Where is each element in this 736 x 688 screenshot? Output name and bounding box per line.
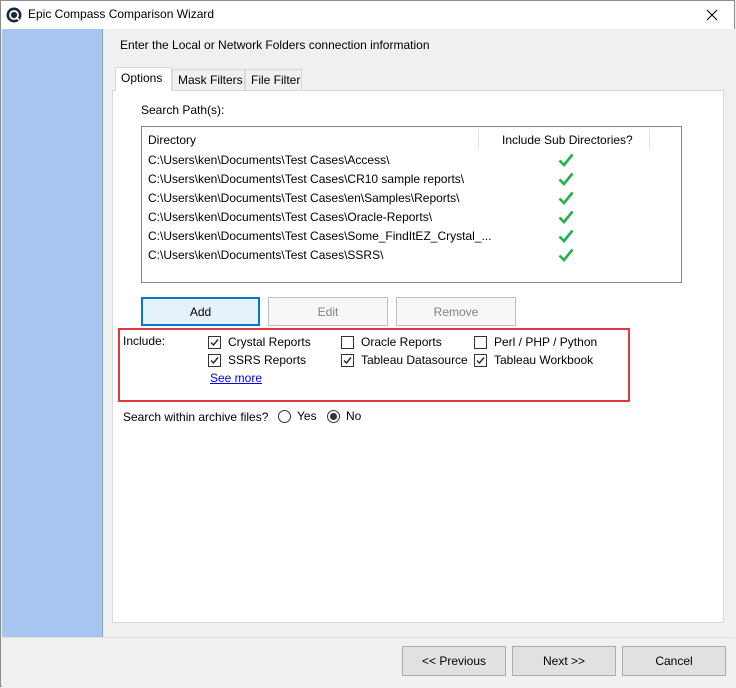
radio-circle <box>327 409 340 423</box>
table-row[interactable]: C:\Users\ken\Documents\Test Cases\Some_F… <box>142 227 681 246</box>
checkmark-icon <box>210 338 219 346</box>
include-sub-check-icon <box>558 153 574 167</box>
column-header-include-sub[interactable]: Include Sub Directories? <box>502 133 633 147</box>
tab-mask-filters[interactable]: Mask Filters <box>172 69 245 90</box>
wizard-sidebar <box>2 29 103 637</box>
close-button[interactable] <box>690 1 734 29</box>
previous-button[interactable]: << Previous <box>402 646 506 676</box>
checkbox-box <box>474 335 487 349</box>
include-sub-check-icon <box>558 191 574 205</box>
table-row[interactable]: C:\Users\ken\Documents\Test Cases\CR10 s… <box>142 170 681 189</box>
include-label: Include: <box>123 334 166 348</box>
include-oracle-reports-checkbox[interactable]: Oracle Reports <box>341 335 442 349</box>
checkbox-label: SSRS Reports <box>228 353 307 367</box>
radio-circle <box>278 409 291 423</box>
app-logo-icon <box>6 7 22 23</box>
tab-file-filter[interactable]: File Filter <box>245 69 302 90</box>
include-sub-check-icon <box>558 248 574 262</box>
archive-search-label: Search within archive files? <box>123 410 269 424</box>
include-sub-check-icon <box>558 210 574 224</box>
include-sub-check-icon <box>558 172 574 186</box>
checkbox-label: Crystal Reports <box>228 335 311 349</box>
include-tableau-datasource-checkbox[interactable]: Tableau Datasource <box>341 353 468 367</box>
search-paths-label: Search Path(s): <box>141 103 225 117</box>
wizard-content: Enter the Local or Network Folders conne… <box>103 29 735 637</box>
column-separator[interactable] <box>649 129 650 149</box>
directory-path: C:\Users\ken\Documents\Test Cases\Oracle… <box>148 210 433 224</box>
search-paths-list[interactable]: Directory Include Sub Directories? C:\Us… <box>141 126 682 283</box>
checkbox-label: Perl / PHP / Python <box>494 335 598 349</box>
checkbox-box <box>474 353 487 367</box>
checkbox-label: Tableau Workbook <box>494 353 594 367</box>
step-header: Enter the Local or Network Folders conne… <box>120 38 430 52</box>
list-header: Directory Include Sub Directories? <box>142 127 681 151</box>
add-button[interactable]: Add <box>141 297 260 326</box>
table-row[interactable]: C:\Users\ken\Documents\Test Cases\en\Sam… <box>142 189 681 208</box>
directory-path: C:\Users\ken\Documents\Test Cases\SSRS\ <box>148 248 384 262</box>
archive-no-radio[interactable]: No <box>327 409 361 423</box>
column-separator[interactable] <box>478 129 479 149</box>
table-row[interactable]: C:\Users\ken\Documents\Test Cases\SSRS\ <box>142 246 681 265</box>
include-tableau-workbook-checkbox[interactable]: Tableau Workbook <box>474 353 593 367</box>
wizard-footer: << Previous Next >> Cancel <box>2 637 735 688</box>
directory-path: C:\Users\ken\Documents\Test Cases\Some_F… <box>148 229 492 243</box>
include-ssrs-reports-checkbox[interactable]: SSRS Reports <box>208 353 306 367</box>
archive-yes-label: Yes <box>297 409 317 423</box>
table-row[interactable]: C:\Users\ken\Documents\Test Cases\Oracle… <box>142 208 681 227</box>
options-panel: Search Path(s): Directory Include Sub Di… <box>112 90 724 623</box>
table-row[interactable]: C:\Users\ken\Documents\Test Cases\Access… <box>142 151 681 170</box>
column-header-directory[interactable]: Directory <box>148 133 196 147</box>
cancel-button[interactable]: Cancel <box>622 646 726 676</box>
checkbox-box <box>208 335 221 349</box>
title-bar: Epic Compass Comparison Wizard <box>1 1 734 29</box>
radio-selected-dot <box>330 412 337 420</box>
wizard-window: Epic Compass Comparison Wizard Enter the… <box>0 0 735 688</box>
see-more-link[interactable]: See more <box>210 371 262 385</box>
checkmark-icon <box>476 356 485 364</box>
include-perl-php-python-checkbox[interactable]: Perl / PHP / Python <box>474 335 597 349</box>
checkbox-box <box>208 353 221 367</box>
archive-no-label: No <box>346 409 362 423</box>
remove-button[interactable]: Remove <box>396 297 516 326</box>
checkbox-label: Oracle Reports <box>361 335 442 349</box>
directory-path: C:\Users\ken\Documents\Test Cases\en\Sam… <box>148 191 460 205</box>
window-title: Epic Compass Comparison Wizard <box>28 7 215 21</box>
directory-path: C:\Users\ken\Documents\Test Cases\CR10 s… <box>148 172 465 186</box>
directory-path: C:\Users\ken\Documents\Test Cases\Access… <box>148 153 390 167</box>
close-icon <box>706 9 718 21</box>
checkbox-box <box>341 335 354 349</box>
checkbox-label: Tableau Datasource <box>361 353 468 367</box>
checkmark-icon <box>210 356 219 364</box>
checkmark-icon <box>343 356 352 364</box>
edit-button[interactable]: Edit <box>268 297 388 326</box>
archive-yes-radio[interactable]: Yes <box>278 409 317 423</box>
next-button[interactable]: Next >> <box>512 646 616 676</box>
include-crystal-reports-checkbox[interactable]: Crystal Reports <box>208 335 311 349</box>
tab-options[interactable]: Options <box>115 67 172 91</box>
include-sub-check-icon <box>558 229 574 243</box>
checkbox-box <box>341 353 354 367</box>
